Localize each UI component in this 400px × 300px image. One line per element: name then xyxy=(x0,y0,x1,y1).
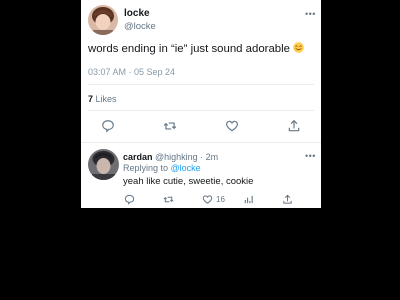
share-icon xyxy=(288,119,300,132)
tweet-timestamp[interactable]: 03:07 AM · 05 Sep 24 xyxy=(88,67,175,77)
reply-icon xyxy=(102,120,114,133)
analytics-icon xyxy=(244,195,253,203)
reply-header: cardan @highking · 2m xyxy=(123,152,218,162)
divider xyxy=(81,142,321,143)
reply-avatar[interactable] xyxy=(88,149,119,180)
reply-more-options-icon[interactable]: ••• xyxy=(305,151,316,161)
heart-icon xyxy=(226,120,238,132)
replying-to: Replying to @locke xyxy=(123,163,201,173)
reply-icon xyxy=(124,194,135,205)
display-name[interactable]: locke xyxy=(124,8,150,19)
tweet-action-bar xyxy=(81,118,321,136)
reply-reply-button[interactable] xyxy=(124,193,135,205)
user-handle[interactable]: @locke xyxy=(124,21,156,32)
retweet-icon xyxy=(163,196,174,202)
divider xyxy=(88,110,314,111)
reply-text: yeah like cutie, sweetie, cookie xyxy=(123,176,254,187)
avatar[interactable] xyxy=(88,5,118,35)
share-button[interactable] xyxy=(286,118,302,134)
reply-retweet-button[interactable] xyxy=(163,193,174,205)
reply-like-button[interactable]: 16 xyxy=(202,193,225,205)
reply-likes-count: 16 xyxy=(216,194,225,204)
reply-handle-time[interactable]: @highking · 2m xyxy=(153,152,218,162)
divider xyxy=(88,84,314,85)
likes-count[interactable]: 7 Likes xyxy=(88,94,117,104)
likes-label: Likes xyxy=(95,94,117,104)
reply-share-button[interactable] xyxy=(282,193,293,205)
replying-to-mention[interactable]: @locke xyxy=(171,163,201,173)
tweet-text: words ending in “ie” just sound adorable xyxy=(88,42,320,55)
retweet-button[interactable] xyxy=(162,118,178,134)
reply-display-name[interactable]: cardan xyxy=(123,152,153,162)
smiling-face-with-smiling-eyes-icon xyxy=(293,42,304,53)
likes-number: 7 xyxy=(88,94,94,104)
replying-to-label: Replying to xyxy=(123,163,171,173)
tweet-text-content: words ending in “ie” just sound adorable xyxy=(88,43,290,55)
more-options-icon[interactable]: ••• xyxy=(305,9,316,19)
reply-analytics-button[interactable] xyxy=(243,193,254,205)
reply-action-bar: 16 xyxy=(81,193,321,205)
heart-icon xyxy=(202,194,213,204)
reply-button[interactable] xyxy=(100,118,116,134)
tweet-card: locke @locke ••• words ending in “ie” ju… xyxy=(81,0,321,208)
share-icon xyxy=(283,194,292,204)
like-button[interactable] xyxy=(224,118,240,134)
retweet-icon xyxy=(163,122,177,130)
